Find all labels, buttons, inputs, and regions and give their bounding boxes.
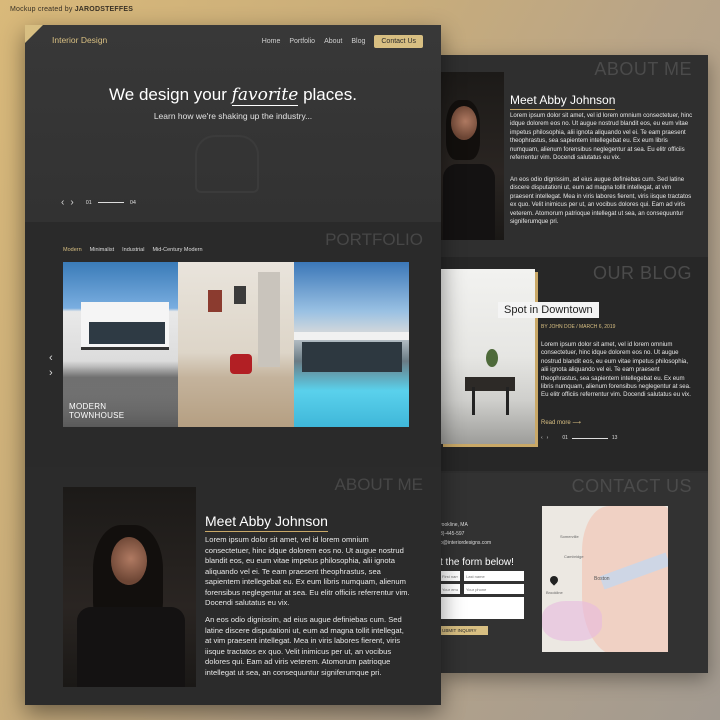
- portrait-photo: [63, 487, 196, 687]
- back-about-heading: ABOUT ME: [594, 59, 692, 79]
- map-pin-icon: [548, 574, 560, 586]
- contact-phone: 3)-445-597: [440, 531, 465, 537]
- back-meet-heading: Meet Abby Johnson: [510, 93, 616, 110]
- hero-prev-icon[interactable]: ‹: [61, 197, 64, 208]
- credit-prefix: Mockup created by: [10, 6, 73, 13]
- about-paragraph-2: An eos odio dignissim, ad eius augue def…: [205, 615, 404, 677]
- gallery-next-icon[interactable]: ›: [49, 367, 53, 379]
- form-title: t the form below!: [440, 557, 514, 568]
- featured-label-line-1: MODERN: [69, 402, 107, 411]
- gallery-photo-townhouse[interactable]: MODERN TOWNHOUSE: [63, 262, 178, 427]
- featured-label: MODERN TOWNHOUSE: [69, 402, 124, 420]
- last-name-field[interactable]: [464, 571, 524, 581]
- nav-about[interactable]: About: [324, 38, 342, 45]
- map-label-somerville: Somerville: [560, 534, 579, 539]
- filter-mid-century-modern[interactable]: Mid-Century Modern: [152, 247, 202, 253]
- blog-slider-end: 13: [611, 435, 618, 441]
- back-page: ABOUT ME Meet Abby Johnson Lorem ipsum d…: [440, 55, 708, 673]
- blog-heading: OUR BLOG: [592, 263, 692, 283]
- contact-section: CONTACT US rookline, MA 3)-445-597 o@int…: [440, 473, 708, 673]
- hero-section: We design your favorite places. Learn ho…: [25, 25, 441, 222]
- hero-title-part-1: We design your: [109, 85, 227, 104]
- read-more-label: Read more: [541, 420, 571, 426]
- hero-slider-bar: [97, 202, 124, 203]
- blog-post-title: Spot in Downtown: [498, 302, 599, 318]
- slider-prev-icon[interactable]: ‹: [541, 435, 543, 441]
- gallery-photo-living-room[interactable]: [178, 262, 294, 427]
- corner-accent: [25, 25, 43, 43]
- hero-slider: ‹ › 01 04: [61, 197, 136, 208]
- meet-heading: Meet Abby Johnson: [205, 513, 328, 532]
- contact-email: o@interiordesigns.com: [440, 540, 492, 546]
- filter-minimalist[interactable]: Minimalist: [90, 247, 114, 253]
- hero-subtitle: Learn how we're shaking up the industry.…: [153, 111, 313, 121]
- hero-title: We design your favorite places.: [25, 85, 441, 106]
- mockup-credit: Mockup created by JARODSTEFFES: [10, 6, 133, 13]
- blog-paragraph: Lorem ipsum dolor sit amet, vel id lorem…: [541, 341, 691, 399]
- first-name-field[interactable]: [440, 571, 460, 581]
- back-about-section: ABOUT ME Meet Abby Johnson Lorem ipsum d…: [440, 55, 708, 255]
- blog-meta: BY JOHN DOE / MARCH 6, 2019: [541, 324, 616, 330]
- chair-background-image: [195, 135, 259, 193]
- portfolio-section: PORTFOLIO Modern Minimalist Industrial M…: [25, 222, 441, 467]
- slider-progress-bar: [571, 437, 608, 439]
- email-field[interactable]: [440, 584, 460, 594]
- map[interactable]: Somerville Cambridge Boston Brookline: [542, 506, 668, 652]
- back-about-paragraph-1: Lorem ipsum dolor sit amet, vel id lorem…: [510, 112, 693, 162]
- map-label-cambridge: Cambridge: [564, 554, 584, 559]
- nav-home[interactable]: Home: [262, 38, 281, 45]
- phone-field[interactable]: [464, 584, 524, 594]
- site-logo[interactable]: Interior Design: [52, 35, 107, 45]
- main-nav: Home Portfolio About Blog Contact Us: [262, 35, 423, 48]
- contact-address: rookline, MA: [440, 522, 468, 528]
- arrow-right-icon: ⟶: [572, 420, 581, 426]
- map-label-boston: Boston: [594, 576, 610, 582]
- read-more-link[interactable]: Read more ⟶: [541, 419, 581, 426]
- filter-industrial[interactable]: Industrial: [122, 247, 144, 253]
- about-paragraph-1: Lorem ipsum dolor sit amet, vel id lorem…: [205, 535, 410, 607]
- hero-slider-end: 04: [129, 199, 136, 206]
- blog-photo: [440, 269, 535, 444]
- about-section: ABOUT ME Meet Abby Johnson Lorem ipsum d…: [25, 467, 441, 705]
- filter-modern[interactable]: Modern: [63, 247, 82, 253]
- portfolio-gallery: MODERN TOWNHOUSE: [63, 262, 409, 427]
- about-heading: ABOUT ME: [334, 475, 423, 494]
- slider-next-icon[interactable]: ›: [547, 435, 549, 441]
- hero-title-favorite: favorite: [231, 85, 299, 106]
- hero-next-icon[interactable]: ›: [70, 197, 73, 208]
- hero-title-part-2: places.: [303, 85, 357, 104]
- gallery-photo-pool-house[interactable]: [294, 262, 409, 427]
- back-about-paragraph-2: An eos odio dignissim, ad eius augue def…: [510, 176, 692, 226]
- back-portrait-photo: [440, 72, 504, 240]
- contact-heading: CONTACT US: [571, 476, 692, 496]
- message-field[interactable]: [440, 597, 524, 619]
- contact-us-button[interactable]: Contact Us: [374, 35, 423, 48]
- nav-portfolio[interactable]: Portfolio: [289, 38, 315, 45]
- blog-slider-start: 01: [562, 435, 568, 441]
- blog-slider: ‹ › 01 13: [541, 435, 617, 441]
- nav-blog[interactable]: Blog: [351, 38, 365, 45]
- credit-author: JARODSTEFFES: [74, 6, 134, 13]
- portfolio-filters: Modern Minimalist Industrial Mid-Century…: [63, 247, 203, 253]
- map-label-brookline: Brookline: [546, 590, 563, 595]
- gallery-prev-icon[interactable]: ‹: [49, 352, 53, 364]
- portfolio-heading: PORTFOLIO: [325, 230, 423, 249]
- hero-slider-start: 01: [85, 199, 92, 206]
- submit-inquiry-button[interactable]: UBMIT INQUIRY: [440, 626, 488, 635]
- front-page: We design your favorite places. Learn ho…: [25, 25, 441, 705]
- featured-label-line-2: TOWNHOUSE: [69, 411, 125, 420]
- blog-section: OUR BLOG Spot in Downtown BY JOHN DOE / …: [440, 257, 708, 471]
